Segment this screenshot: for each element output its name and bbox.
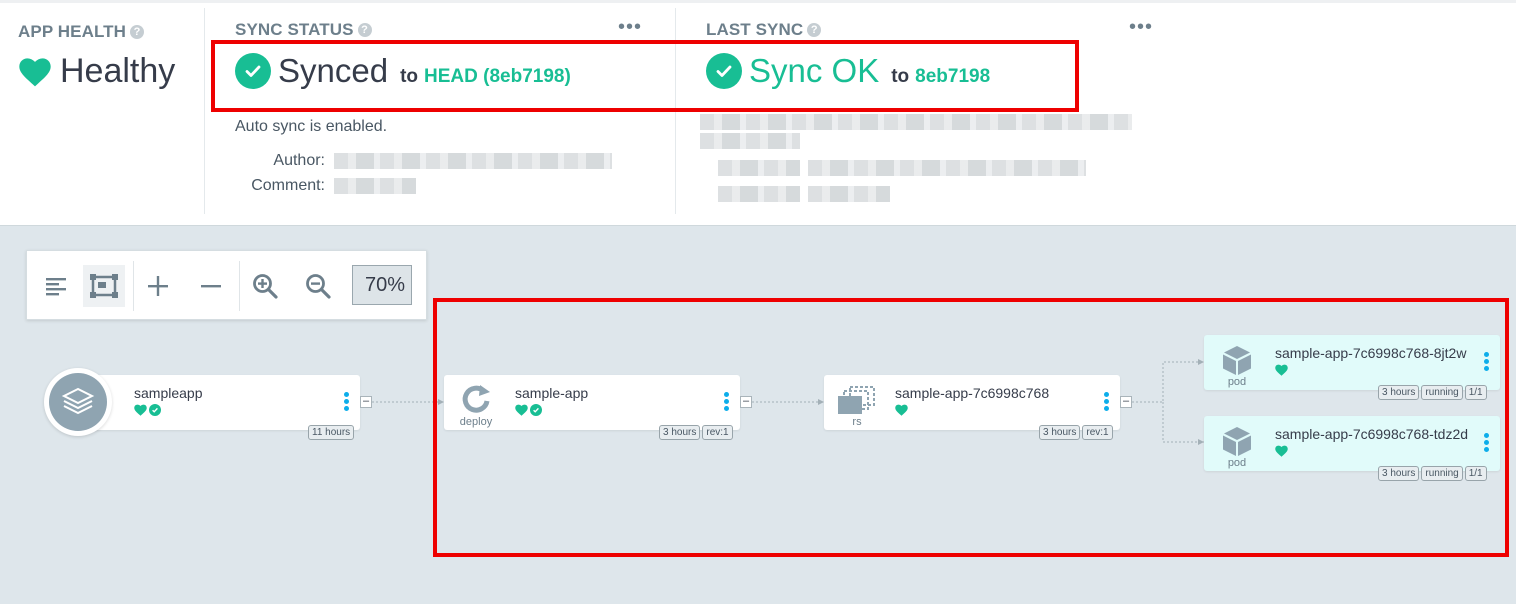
node-status — [134, 404, 161, 416]
application-icon — [44, 368, 112, 436]
heart-icon — [134, 404, 147, 416]
node-tags: 11 hours — [308, 425, 355, 440]
node-menu-icon[interactable] — [344, 392, 350, 413]
age-tag: 11 hours — [308, 425, 355, 440]
layers-icon — [61, 387, 95, 415]
node-title: sampleapp — [134, 385, 203, 401]
app-node[interactable]: sampleapp 11 hours — [80, 375, 360, 440]
resource-tree-highlight-box — [433, 298, 1509, 557]
check-circle-icon — [149, 404, 161, 416]
collapse-toggle[interactable]: – — [360, 396, 372, 408]
